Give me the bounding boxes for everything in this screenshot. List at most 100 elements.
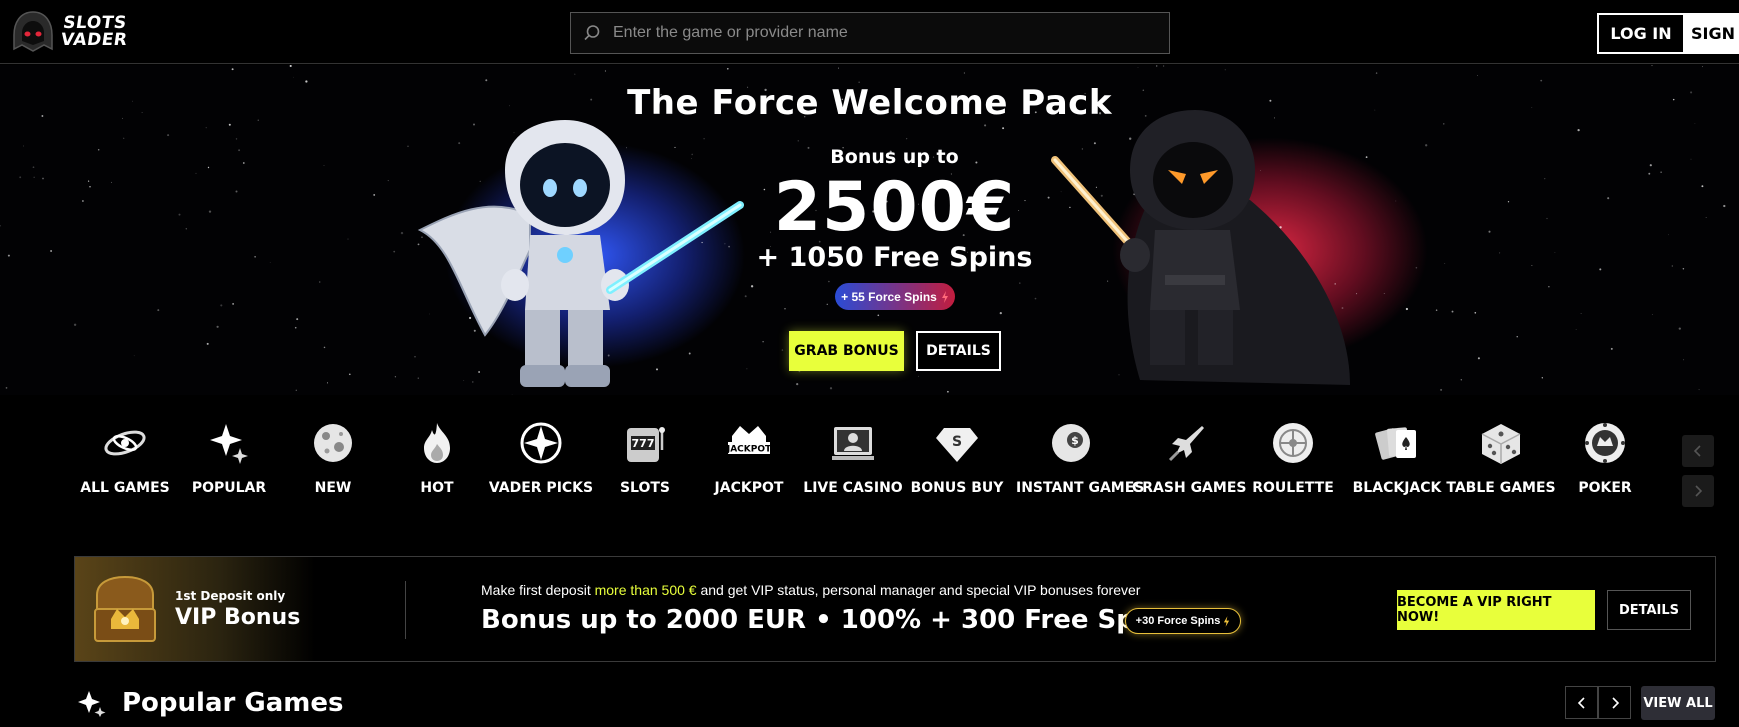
vip-details-button[interactable]: DETAILS xyxy=(1607,590,1691,630)
star xyxy=(206,342,209,345)
category-live-casino[interactable]: LIVE CASINO xyxy=(798,420,908,496)
star xyxy=(1002,127,1005,130)
star xyxy=(205,127,207,129)
star xyxy=(797,140,799,142)
star xyxy=(1541,377,1543,379)
star xyxy=(216,325,219,328)
svg-text:S: S xyxy=(952,434,962,450)
live-dealer-icon xyxy=(832,427,874,460)
star xyxy=(1477,74,1478,76)
star xyxy=(1224,69,1226,71)
category-crash-games[interactable]: CRASH GAMES xyxy=(1132,420,1246,496)
star xyxy=(485,79,488,82)
popular-games-title: Popular Games xyxy=(122,688,344,718)
star xyxy=(1698,389,1700,391)
category-new[interactable]: NEW xyxy=(278,420,388,496)
vader-logo-icon xyxy=(13,11,53,52)
vip-offer-headline: Bonus up to 2000 EUR • 100% + 300 Free S… xyxy=(481,605,1178,635)
lightning-icon xyxy=(1224,615,1230,627)
category-label: POKER xyxy=(1578,480,1632,496)
category-roulette[interactable]: ROULETTE xyxy=(1238,420,1348,496)
vip-force-spins-badge: +30 Force Spins xyxy=(1125,608,1241,634)
star xyxy=(784,308,786,310)
star xyxy=(999,311,1002,315)
svg-text:$: $ xyxy=(1071,434,1079,447)
hero-details-button[interactable]: DETAILS xyxy=(916,331,1001,371)
diamond-icon: S xyxy=(936,428,978,462)
star xyxy=(1405,307,1409,311)
category-label: VADER PICKS xyxy=(488,480,594,496)
category-jackpot[interactable]: JACKPOT JACKPOT xyxy=(694,420,804,496)
star xyxy=(319,281,321,283)
category-blackjack[interactable]: BLACKJACK xyxy=(1342,420,1452,496)
star xyxy=(917,375,919,377)
star xyxy=(574,73,576,75)
star xyxy=(1155,65,1158,67)
logo-line-2: VADER xyxy=(59,30,129,50)
become-vip-button[interactable]: BECOME A VIP RIGHT NOW! xyxy=(1397,590,1595,630)
vip-bonus-banner: 1st Deposit only VIP Bonus Make first de… xyxy=(74,556,1716,662)
star xyxy=(1683,359,1685,361)
hero-title: The Force Welcome Pack xyxy=(627,83,1112,123)
category-popular[interactable]: POPULAR xyxy=(174,420,284,496)
star xyxy=(1678,327,1681,330)
star xyxy=(296,318,299,321)
category-label: HOT xyxy=(420,480,454,496)
sparkle-icon xyxy=(210,424,248,464)
hero-free-spins: + 1050 Free Spins xyxy=(756,242,1033,273)
star xyxy=(1540,79,1543,82)
category-slots[interactable]: 777 SLOTS xyxy=(590,420,700,496)
star xyxy=(1577,128,1580,132)
star xyxy=(228,123,231,126)
roulette-icon xyxy=(1273,423,1313,463)
star xyxy=(394,376,397,378)
hero-banner: The Force Welcome Pack Bonus up to 2500€… xyxy=(0,65,1739,395)
star xyxy=(726,67,729,70)
category-vader-picks[interactable]: VADER PICKS xyxy=(486,420,596,496)
category-instant-games[interactable]: $ INSTANT GAMES xyxy=(1016,420,1144,496)
category-table-games[interactable]: TABLE GAMES xyxy=(1446,420,1556,496)
star xyxy=(1375,72,1378,74)
search-box[interactable] xyxy=(570,12,1170,54)
grab-bonus-button[interactable]: GRAB BONUS xyxy=(789,331,904,371)
star xyxy=(157,309,160,312)
signup-button[interactable]: SIGN xyxy=(1685,13,1739,54)
star xyxy=(826,303,828,305)
category-label: LIVE CASINO xyxy=(803,480,903,496)
sparkle-icon xyxy=(78,691,106,717)
category-scroll-right-button[interactable] xyxy=(1682,475,1714,507)
star xyxy=(292,76,294,78)
popular-prev-button[interactable] xyxy=(1565,686,1598,719)
star xyxy=(133,355,135,357)
vip-desc-highlight: more than 500 € xyxy=(594,582,697,598)
search-input[interactable] xyxy=(613,24,1133,42)
vip-small-label: 1st Deposit only xyxy=(175,589,286,603)
top-header: SLOTS VADER LOG IN SIGN xyxy=(0,0,1739,64)
vip-force-spins-label: +30 Force Spins xyxy=(1135,615,1221,627)
category-bonus-buy[interactable]: S BONUS BUY xyxy=(902,420,1012,496)
popular-next-button[interactable] xyxy=(1598,686,1631,719)
category-label: ROULETTE xyxy=(1252,480,1334,496)
login-button[interactable]: LOG IN xyxy=(1597,13,1685,54)
logo-wordmark: SLOTS VADER xyxy=(59,13,131,50)
category-label: ALL GAMES xyxy=(80,480,170,496)
star xyxy=(762,340,764,343)
view-all-button[interactable]: VIEW ALL xyxy=(1641,686,1715,720)
category-all-games[interactable]: ALL GAMES xyxy=(70,420,180,496)
svg-text:JACKPOT: JACKPOT xyxy=(726,445,772,455)
category-label: BONUS BUY xyxy=(910,480,1004,496)
category-label: NEW xyxy=(314,480,352,496)
site-logo[interactable]: SLOTS VADER xyxy=(10,10,131,54)
hero-bonus-prefix: Bonus up to xyxy=(830,146,959,168)
search-icon xyxy=(584,25,600,41)
slot-machine-icon: 777 xyxy=(627,427,665,462)
star xyxy=(1435,309,1438,311)
category-poker[interactable]: POKER xyxy=(1550,420,1660,496)
star xyxy=(326,382,329,384)
star xyxy=(1440,388,1443,391)
category-scroll-left-button[interactable] xyxy=(1682,435,1714,467)
jackpot-icon: JACKPOT xyxy=(726,426,772,455)
star xyxy=(750,285,754,288)
galaxy-icon xyxy=(104,430,146,456)
category-hot[interactable]: HOT xyxy=(382,420,492,496)
